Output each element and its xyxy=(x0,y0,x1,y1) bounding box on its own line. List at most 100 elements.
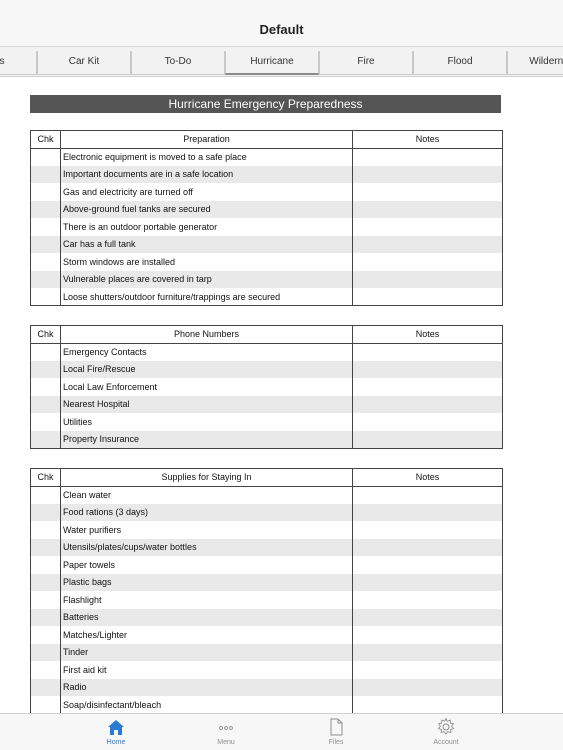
check-cell[interactable] xyxy=(30,360,61,378)
table-row: Plastic bags xyxy=(30,573,503,591)
notes-cell[interactable] xyxy=(352,486,503,504)
notes-cell[interactable] xyxy=(352,200,503,218)
notes-cell[interactable] xyxy=(352,643,503,661)
table-row: Storm windows are installed xyxy=(30,253,503,271)
check-cell[interactable] xyxy=(30,678,61,696)
checklist-table: Chk Supplies for Staying In Notes Clean wat… xyxy=(30,468,503,713)
table-row: Utensils/plates/cups/water bottles xyxy=(30,538,503,556)
col-header-chk: Chk xyxy=(30,325,61,344)
check-cell[interactable] xyxy=(30,413,61,431)
notes-cell[interactable] xyxy=(352,165,503,183)
tab-car-kit[interactable]: Car Kit xyxy=(37,51,131,75)
item-cell: Tinder xyxy=(60,643,353,661)
notes-cell[interactable] xyxy=(352,521,503,539)
check-cell[interactable] xyxy=(30,148,61,166)
tab-wilderness[interactable]: Wilderness xyxy=(507,51,563,75)
check-cell[interactable] xyxy=(30,430,61,449)
notes-cell[interactable] xyxy=(352,538,503,556)
item-cell: There is an outdoor portable generator xyxy=(60,218,353,236)
table-row: Gas and electricity are turned off xyxy=(30,183,503,201)
notes-cell[interactable] xyxy=(352,148,503,166)
notes-cell[interactable] xyxy=(352,430,503,449)
item-cell: Batteries xyxy=(60,608,353,626)
check-cell[interactable] xyxy=(30,556,61,574)
check-cell[interactable] xyxy=(30,218,61,236)
item-cell: Nearest Hospital xyxy=(60,395,353,413)
item-cell: Loose shutters/outdoor furniture/trappin… xyxy=(60,288,353,306)
check-cell[interactable] xyxy=(30,521,61,539)
check-cell[interactable] xyxy=(30,626,61,644)
table-row: Local Law Enforcement xyxy=(30,378,503,396)
notes-cell[interactable] xyxy=(352,696,503,713)
notes-cell[interactable] xyxy=(352,378,503,396)
check-cell[interactable] xyxy=(30,395,61,413)
item-cell: Plastic bags xyxy=(60,573,353,591)
tab-fire[interactable]: Fire xyxy=(319,51,413,75)
notes-cell[interactable] xyxy=(352,235,503,253)
document-content[interactable]: Hurricane Emergency Preparedness Chk Prep… xyxy=(0,78,563,713)
check-cell[interactable] xyxy=(30,538,61,556)
notes-cell[interactable] xyxy=(352,591,503,609)
tabbar-home[interactable]: Home xyxy=(86,717,146,746)
check-cell[interactable] xyxy=(30,343,61,361)
check-cell[interactable] xyxy=(30,696,61,713)
tabbar-menu[interactable]: Menu xyxy=(196,717,256,746)
check-cell[interactable] xyxy=(30,643,61,661)
check-cell[interactable] xyxy=(30,183,61,201)
item-cell: Vulnerable places are covered in tarp xyxy=(60,270,353,288)
check-cell[interactable] xyxy=(30,573,61,591)
item-cell: Flashlight xyxy=(60,591,353,609)
tab-flood[interactable]: Flood xyxy=(413,51,507,75)
check-cell[interactable] xyxy=(30,200,61,218)
table-row: Emergency Contacts xyxy=(30,343,503,361)
notes-cell[interactable] xyxy=(352,218,503,236)
table-row: Loose shutters/outdoor furniture/trappin… xyxy=(30,288,503,306)
table-row: First aid kit xyxy=(30,661,503,679)
notes-cell[interactable] xyxy=(352,678,503,696)
notes-cell[interactable] xyxy=(352,183,503,201)
notes-cell[interactable] xyxy=(352,270,503,288)
check-cell[interactable] xyxy=(30,165,61,183)
check-cell[interactable] xyxy=(30,608,61,626)
check-cell[interactable] xyxy=(30,270,61,288)
table-row: Property Insurance xyxy=(30,430,503,449)
notes-cell[interactable] xyxy=(352,395,503,413)
tab-to-do[interactable]: To-Do xyxy=(131,51,225,75)
notes-cell[interactable] xyxy=(352,661,503,679)
item-cell: Soap/disinfectant/bleach xyxy=(60,696,353,713)
notes-cell[interactable] xyxy=(352,413,503,431)
tabbar-account[interactable]: Account xyxy=(416,717,476,746)
table-row: Flashlight xyxy=(30,591,503,609)
check-cell[interactable] xyxy=(30,235,61,253)
notes-cell[interactable] xyxy=(352,343,503,361)
document-icon xyxy=(330,718,343,736)
check-cell[interactable] xyxy=(30,288,61,306)
check-cell[interactable] xyxy=(30,661,61,679)
check-cell[interactable] xyxy=(30,486,61,504)
item-cell: Storm windows are installed xyxy=(60,253,353,271)
table-row: Clean water xyxy=(30,486,503,504)
check-cell[interactable] xyxy=(30,591,61,609)
notes-cell[interactable] xyxy=(352,573,503,591)
col-header-chk: Chk xyxy=(30,468,61,487)
category-tab-strip[interactable]: SportsCar KitTo-DoHurricaneFireFloodWild… xyxy=(0,47,563,77)
tabbar-files[interactable]: Files xyxy=(306,717,366,746)
tab-sports[interactable]: Sports xyxy=(0,51,37,75)
item-cell: Electronic equipment is moved to a safe … xyxy=(60,148,353,166)
table-row: Above-ground fuel tanks are secured xyxy=(30,200,503,218)
notes-cell[interactable] xyxy=(352,608,503,626)
ellipsis-icon xyxy=(219,726,233,730)
notes-cell[interactable] xyxy=(352,503,503,521)
check-cell[interactable] xyxy=(30,378,61,396)
notes-cell[interactable] xyxy=(352,556,503,574)
check-cell[interactable] xyxy=(30,503,61,521)
tab-hurricane[interactable]: Hurricane xyxy=(225,51,319,75)
check-cell[interactable] xyxy=(30,253,61,271)
notes-cell[interactable] xyxy=(352,288,503,306)
item-cell: Local Fire/Rescue xyxy=(60,360,353,378)
notes-cell[interactable] xyxy=(352,253,503,271)
nav-title: Default xyxy=(259,22,304,37)
notes-cell[interactable] xyxy=(352,626,503,644)
checklist-table: Chk Phone Numbers Notes Emergency Contacts L… xyxy=(30,325,503,449)
notes-cell[interactable] xyxy=(352,360,503,378)
